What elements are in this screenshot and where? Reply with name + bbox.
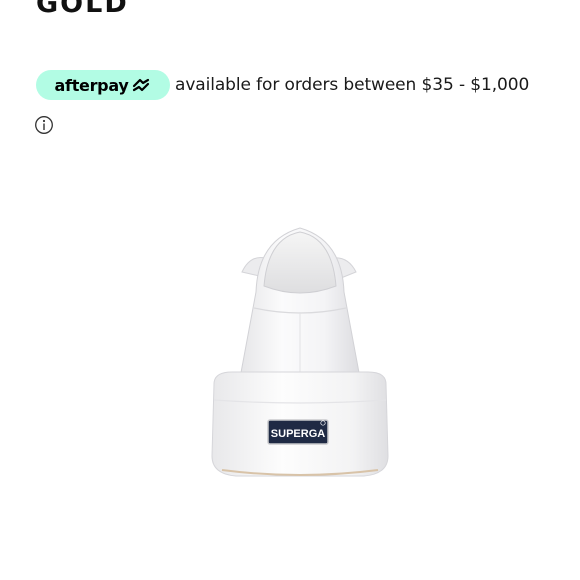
heel-tab-brand: SUPERGA bbox=[271, 428, 325, 440]
afterpay-row: afterpay available for orders between $3… bbox=[36, 70, 529, 100]
product-image: SUPERGA bbox=[150, 200, 450, 500]
afterpay-badge-label: afterpay bbox=[54, 75, 129, 95]
afterpay-arrows-icon bbox=[131, 77, 151, 93]
product-title: GOLD bbox=[36, 0, 129, 19]
afterpay-message: available for orders between $35 - $1,00… bbox=[175, 75, 530, 95]
info-icon[interactable] bbox=[34, 115, 54, 135]
afterpay-badge[interactable]: afterpay bbox=[36, 70, 170, 100]
